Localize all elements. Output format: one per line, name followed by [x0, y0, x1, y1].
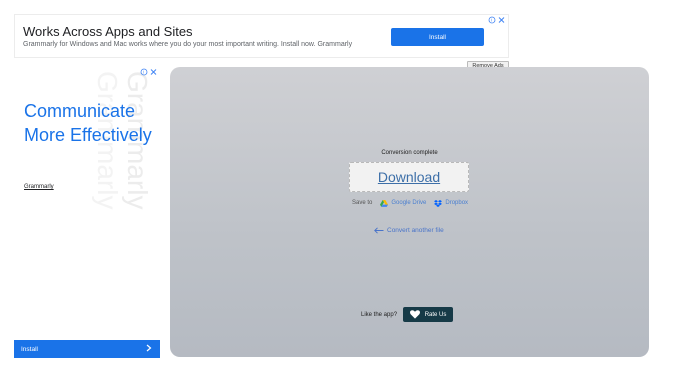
like-app-label: Like the app? — [361, 311, 398, 318]
convert-another-link[interactable]: Convert another file — [374, 227, 444, 234]
ad-title[interactable]: Works Across Apps and Sites — [23, 24, 193, 39]
rate-us-button[interactable]: Rate Us — [403, 307, 454, 322]
ad-choices-icon[interactable]: i — [488, 16, 506, 26]
ad-headline[interactable]: Communicate More Effectively — [24, 99, 160, 147]
rate-row: Like the app? Rate Us — [361, 307, 454, 322]
left-ad-banner[interactable]: Grammarly Grammarly i Communicate More E… — [14, 66, 160, 358]
save-to-row: Save to Google Drive Dropbox — [352, 198, 468, 208]
arrow-left-icon — [374, 227, 384, 234]
left-ad-install-button[interactable]: Install — [14, 340, 160, 358]
dropbox-icon — [434, 199, 443, 207]
chevron-right-icon — [146, 344, 152, 354]
conversion-panel: Conversion complete Download Save to Goo… — [170, 67, 649, 357]
svg-text:i: i — [491, 18, 492, 23]
download-button[interactable]: Download — [349, 162, 469, 192]
google-drive-icon — [380, 199, 389, 207]
top-ad-banner[interactable]: Works Across Apps and Sites Grammarly fo… — [14, 14, 509, 58]
conversion-status: Conversion complete — [381, 150, 438, 156]
ad-install-button[interactable]: Install — [391, 28, 484, 46]
install-label: Install — [21, 345, 38, 353]
ad-info-close-icon[interactable]: i — [488, 16, 506, 24]
save-to-label: Save to — [352, 200, 373, 206]
svg-text:i: i — [143, 70, 144, 75]
ad-info-close-icon[interactable]: i — [140, 68, 158, 76]
google-drive-link[interactable]: Google Drive — [380, 199, 427, 207]
ad-brand-link[interactable]: Grammarly — [24, 184, 54, 190]
ad-description: Grammarly for Windows and Mac works wher… — [23, 41, 353, 48]
convert-another-label: Convert another file — [387, 227, 444, 234]
google-drive-label: Google Drive — [391, 200, 427, 206]
dropbox-link[interactable]: Dropbox — [434, 199, 469, 207]
rate-us-label: Rate Us — [424, 311, 447, 318]
heart-icon — [409, 310, 420, 319]
dropbox-label: Dropbox — [445, 200, 469, 206]
ad-choices-icon[interactable]: i — [140, 68, 158, 78]
